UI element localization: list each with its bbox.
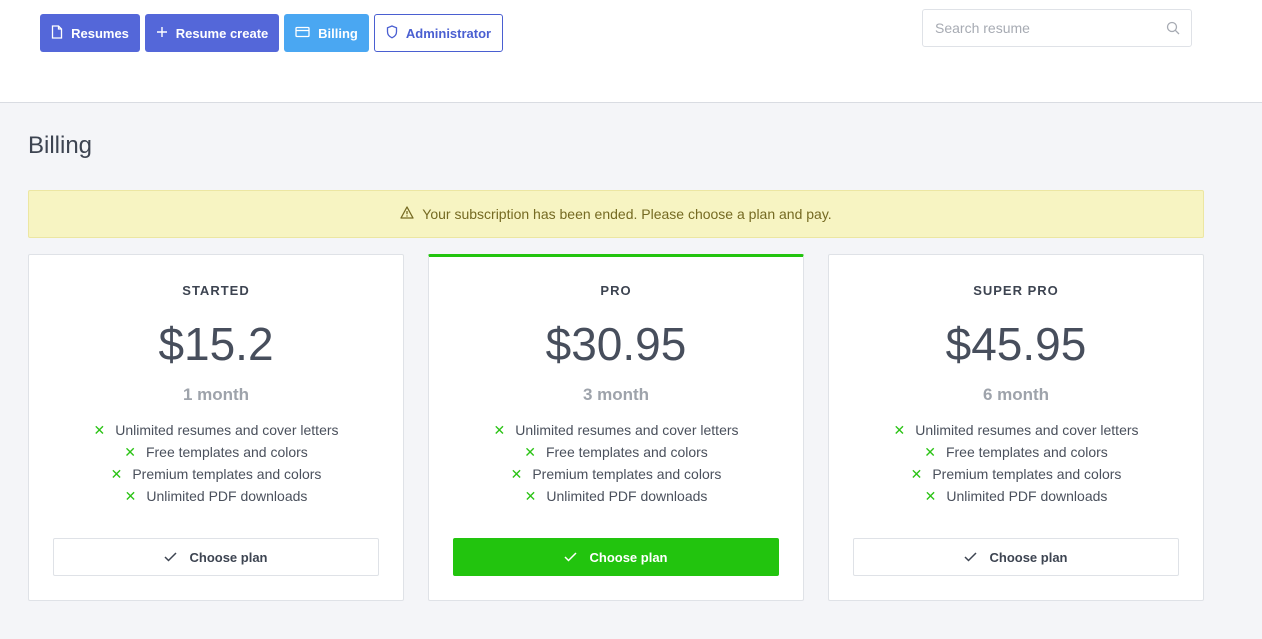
- plan-features: ✕ Unlimited resumes and cover letters ✕ Fr…: [29, 419, 403, 507]
- list-item: ✕ Unlimited PDF downloads: [29, 485, 403, 507]
- administrator-button[interactable]: Administrator: [374, 14, 503, 52]
- check-mark-icon: ✕: [124, 488, 137, 504]
- plan-card-pro: PRO $30.95 3 month ✕ Unlimited resumes an…: [428, 254, 804, 601]
- list-item: ✕ Unlimited resumes and cover letters: [429, 419, 803, 441]
- plan-price: $45.95: [945, 318, 1087, 370]
- plan-name: PRO: [600, 283, 632, 298]
- search-input[interactable]: [923, 10, 1155, 46]
- check-mark-icon: ✕: [924, 444, 936, 460]
- choose-plan-button[interactable]: Choose plan: [453, 538, 779, 576]
- credit-card-icon: [295, 26, 310, 41]
- resume-create-button-label: Resume create: [175, 25, 269, 41]
- resume-create-button[interactable]: Resume create: [145, 14, 279, 52]
- plus-icon: [156, 26, 168, 41]
- plan-features: ✕ Unlimited resumes and cover letters ✕ Fr…: [829, 419, 1203, 507]
- check-mark-icon: ✕: [110, 466, 123, 482]
- list-item: ✕ Free templates and colors: [29, 441, 403, 463]
- list-item: ✕ Premium templates and colors: [829, 463, 1203, 485]
- choose-plan-label: Choose plan: [989, 549, 1068, 565]
- plan-price: $30.95: [545, 318, 687, 370]
- top-bar: Resumes Resume create Billing Administra…: [0, 0, 1262, 103]
- plan-card-super-pro: SUPER PRO $45.95 6 month ✕ Unlimited resu…: [828, 254, 1204, 601]
- check-mark-icon: ✕: [124, 444, 136, 460]
- check-mark-icon: ✕: [93, 422, 106, 438]
- plan-name: STARTED: [182, 283, 250, 298]
- plan-period: 6 month: [982, 385, 1050, 404]
- shield-icon: [386, 24, 398, 42]
- list-item: ✕ Unlimited resumes and cover letters: [829, 419, 1203, 441]
- search-box: [922, 9, 1192, 47]
- page-title: Billing: [28, 132, 93, 159]
- plan-price: $15.2: [158, 318, 274, 370]
- check-mark-icon: ✕: [910, 466, 923, 482]
- check-icon: [564, 550, 578, 565]
- check-icon: [964, 550, 978, 565]
- list-item: ✕ Free templates and colors: [829, 441, 1203, 463]
- choose-plan-button[interactable]: Choose plan: [853, 538, 1179, 576]
- choose-plan-label: Choose plan: [189, 549, 268, 565]
- check-icon: [164, 550, 178, 565]
- check-mark-icon: ✕: [893, 422, 906, 438]
- choose-plan-button[interactable]: Choose plan: [53, 538, 379, 576]
- list-item: ✕ Unlimited PDF downloads: [429, 485, 803, 507]
- plan-card-started: STARTED $15.2 1 month ✕ Unlimited resumes…: [28, 254, 404, 601]
- billing-button-label: Billing: [318, 25, 358, 41]
- check-mark-icon: ✕: [510, 466, 523, 482]
- plan-name: SUPER PRO: [973, 283, 1059, 298]
- list-item: ✕ Unlimited resumes and cover letters: [29, 419, 403, 441]
- plan-features: ✕ Unlimited resumes and cover letters ✕ Fr…: [429, 419, 803, 507]
- administrator-button-label: Administrator: [405, 25, 492, 41]
- plan-period: 3 month: [582, 385, 650, 404]
- choose-plan-label: Choose plan: [589, 549, 668, 565]
- subscription-alert: Your subscription has been ended. Please…: [28, 190, 1204, 238]
- list-item: ✕ Premium templates and colors: [29, 463, 403, 485]
- search-icon[interactable]: [1155, 21, 1191, 35]
- check-mark-icon: ✕: [924, 488, 937, 504]
- alert-text: Your subscription has been ended. Please…: [422, 206, 832, 222]
- list-item: ✕ Premium templates and colors: [429, 463, 803, 485]
- check-mark-icon: ✕: [493, 422, 506, 438]
- billing-button[interactable]: Billing: [284, 14, 369, 52]
- resumes-button[interactable]: Resumes: [40, 14, 140, 52]
- resumes-button-label: Resumes: [71, 25, 129, 41]
- plan-period: 1 month: [182, 385, 250, 404]
- check-mark-icon: ✕: [524, 444, 536, 460]
- check-mark-icon: ✕: [524, 488, 537, 504]
- list-item: ✕ Free templates and colors: [429, 441, 803, 463]
- file-icon: [51, 24, 63, 42]
- warning-icon: [400, 206, 414, 222]
- list-item: ✕ Unlimited PDF downloads: [829, 485, 1203, 507]
